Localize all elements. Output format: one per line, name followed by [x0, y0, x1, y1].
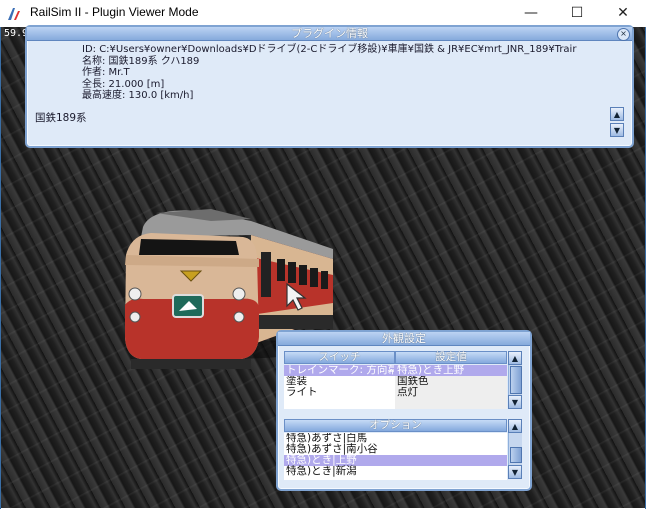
title-bar: RailSim II - Plugin Viewer Mode — ☐ ✕: [0, 0, 646, 28]
option-column-header[interactable]: オプション: [284, 419, 507, 432]
switch-scrollbar-thumb[interactable]: [510, 366, 522, 394]
close-icon[interactable]: ×: [617, 28, 630, 41]
plugin-name-line: 名称: 国鉄189系 クハ189: [82, 55, 200, 67]
plugin-info-title: プラグイン情報: [27, 27, 632, 41]
switch-value: 点灯: [395, 387, 507, 398]
switch-row[interactable]: ライト 点灯: [284, 387, 507, 398]
value-column-header[interactable]: 設定値: [395, 351, 507, 364]
option-row[interactable]: 特急)とき|新潟: [284, 466, 507, 477]
switch-row[interactable]: トレインマーク: 方向幕 特急)とき上野: [284, 365, 507, 376]
option-list[interactable]: 特急)あずさ|白馬 特急)あずさ|南小谷 特急)とき|上野 特急)とき|新潟: [284, 433, 507, 480]
option-scroll-down-button[interactable]: ▼: [508, 465, 522, 479]
mouse-cursor-icon: [286, 282, 307, 311]
switch-name: 塗装: [286, 376, 307, 387]
switch-column-header[interactable]: スイッチ: [284, 351, 395, 364]
minimize-button[interactable]: —: [508, 0, 554, 27]
description-scroll-down-button[interactable]: ▼: [610, 123, 624, 137]
option-scroll-up-button[interactable]: ▲: [508, 419, 522, 433]
plugin-info-details: ID: C:¥Users¥owner¥Downloads¥Dドライブ(2-Cドラ…: [82, 44, 576, 102]
maximize-button[interactable]: ☐: [554, 0, 600, 27]
switch-scrollbar-track[interactable]: [508, 365, 522, 395]
plugin-id-line: ID: C:¥Users¥owner¥Downloads¥Dドライブ(2-Cドラ…: [82, 44, 577, 55]
switch-name: トレインマーク: 方向幕: [286, 365, 394, 376]
close-window-button[interactable]: ✕: [600, 0, 646, 27]
description-scroll-up-button[interactable]: ▲: [610, 107, 624, 121]
option-scrollbar-thumb[interactable]: [510, 447, 522, 463]
option-scrollbar-track[interactable]: [508, 433, 522, 465]
switch-scroll-down-button[interactable]: ▼: [508, 395, 522, 409]
appearance-settings-panel: 外観設定 スイッチ 設定値 トレインマーク: 方向幕 特急)とき上野 塗装 国鉄…: [276, 330, 532, 491]
value-column-fill: [395, 398, 507, 409]
plugin-author-line: 作者: Mr.T: [82, 67, 130, 78]
switch-value: 特急)とき上野: [397, 365, 465, 376]
switch-list[interactable]: トレインマーク: 方向幕 特急)とき上野 塗装 国鉄色 ライト 点灯: [284, 365, 507, 409]
window-title: RailSim II - Plugin Viewer Mode: [30, 5, 199, 19]
plugin-info-panel: プラグイン情報 × ID: C:¥Users¥owner¥Downloads¥D…: [25, 25, 634, 148]
switch-name: ライト: [286, 387, 318, 398]
plugin-length-line: 全長: 21.000 [m]: [82, 78, 165, 90]
switch-scroll-up-button[interactable]: ▲: [508, 351, 522, 365]
plugin-description: 国鉄189系: [35, 112, 87, 124]
appearance-settings-title: 外観設定: [278, 332, 530, 346]
switch-row[interactable]: 塗装 国鉄色: [284, 376, 507, 387]
railsim-app-icon: [8, 8, 20, 20]
plugin-maxspeed-line: 最高速度: 130.0 [km/h]: [82, 90, 194, 101]
switch-value: 国鉄色: [395, 376, 507, 387]
